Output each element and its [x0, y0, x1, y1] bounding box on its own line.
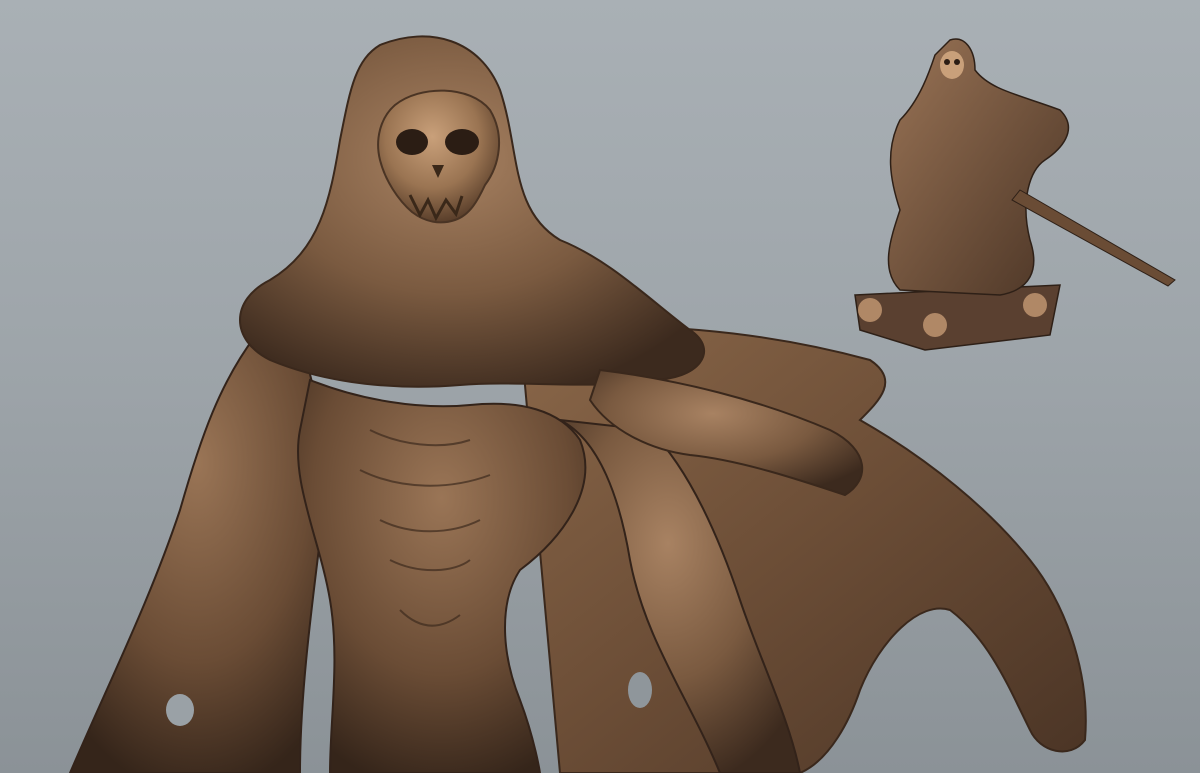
sculpt-viewport: [0, 0, 1200, 773]
thumbnail-figure: [854, 38, 1176, 351]
reaper-full-figure-thumbnail: [854, 38, 1176, 351]
